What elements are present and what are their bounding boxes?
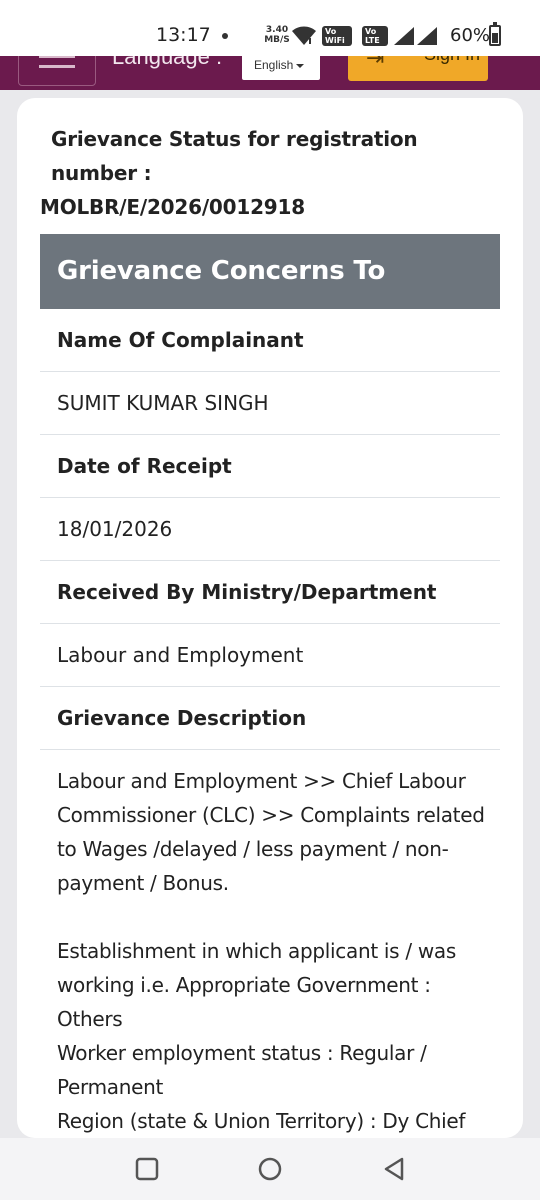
grievance-status-card: Grievance Status for registration number… — [17, 98, 523, 1138]
sign-in-icon: ⇥ — [366, 56, 385, 71]
hamburger-menu-button[interactable] — [18, 56, 96, 86]
field-label-complainant: Name Of Complainant — [40, 309, 500, 372]
battery-percent: 60% — [450, 25, 491, 46]
registration-number: MOLBR/E/2026/0012918 — [40, 195, 305, 219]
back-icon[interactable] — [380, 1155, 408, 1183]
battery-icon — [489, 22, 501, 46]
caret-down-icon — [296, 63, 305, 68]
vowifi-icon: Vo WiFi 2 — [322, 26, 352, 54]
network-speed-value: 3.40 — [265, 25, 289, 35]
description-region: Region (state & Union Territory) : Dy Ch… — [57, 1109, 466, 1133]
volte-icon: Vo LTE 1 — [362, 26, 388, 54]
hamburger-icon — [39, 65, 75, 68]
hamburger-icon — [39, 56, 75, 58]
system-nav-bar — [0, 1138, 540, 1200]
field-value-date: 18/01/2026 — [40, 498, 500, 561]
notification-dot-icon — [222, 33, 228, 39]
section-header: Grievance Concerns To — [40, 234, 500, 309]
language-label: Language : — [112, 56, 223, 69]
description-establishment: Establishment in which applicant is / wa… — [57, 939, 456, 1031]
recent-apps-icon[interactable] — [133, 1155, 161, 1183]
grievance-description: Labour and Employment >> Chief Labour Co… — [57, 764, 497, 1138]
field-value-complainant: SUMIT KUMAR SINGH — [40, 372, 500, 435]
field-value-ministry: Labour and Employment — [40, 624, 500, 687]
network-speed-unit: MB/S — [264, 35, 290, 45]
signal-strength-icon — [417, 27, 437, 45]
status-title-text: Grievance Status for registration number… — [51, 127, 418, 185]
language-selected: English — [254, 58, 294, 72]
vowifi-label-bottom: WiFi 2 — [325, 36, 345, 54]
app-header: Language : English ⇥ Sign In — [0, 56, 540, 90]
field-label-date: Date of Receipt — [40, 435, 500, 498]
sign-in-button[interactable]: ⇥ Sign In — [348, 56, 488, 81]
status-bar: 13:17 3.40 MB/S Vo WiFi 2 Vo LTE 1 60% — [0, 0, 540, 56]
signal-strength-icon — [394, 27, 414, 45]
wifi-icon — [292, 26, 316, 45]
clock: 13:17 — [156, 24, 211, 46]
description-category: Labour and Employment >> Chief Labour Co… — [57, 769, 485, 895]
volte-label-bottom: LTE 1 — [365, 36, 380, 54]
vowifi-label-top: Vo — [325, 27, 337, 36]
volte-label-top: Vo — [365, 27, 377, 36]
network-speed: 3.40 MB/S — [262, 25, 292, 45]
language-select[interactable]: English — [242, 56, 320, 80]
page-title: Grievance Status for registration number… — [40, 122, 500, 224]
home-icon[interactable] — [256, 1155, 284, 1183]
field-label-ministry: Received By Ministry/Department — [40, 561, 500, 624]
sign-in-label: Sign In — [424, 56, 480, 65]
field-label-description: Grievance Description — [40, 687, 500, 750]
description-employment-status: Worker employment status : Regular / Per… — [57, 1041, 427, 1099]
